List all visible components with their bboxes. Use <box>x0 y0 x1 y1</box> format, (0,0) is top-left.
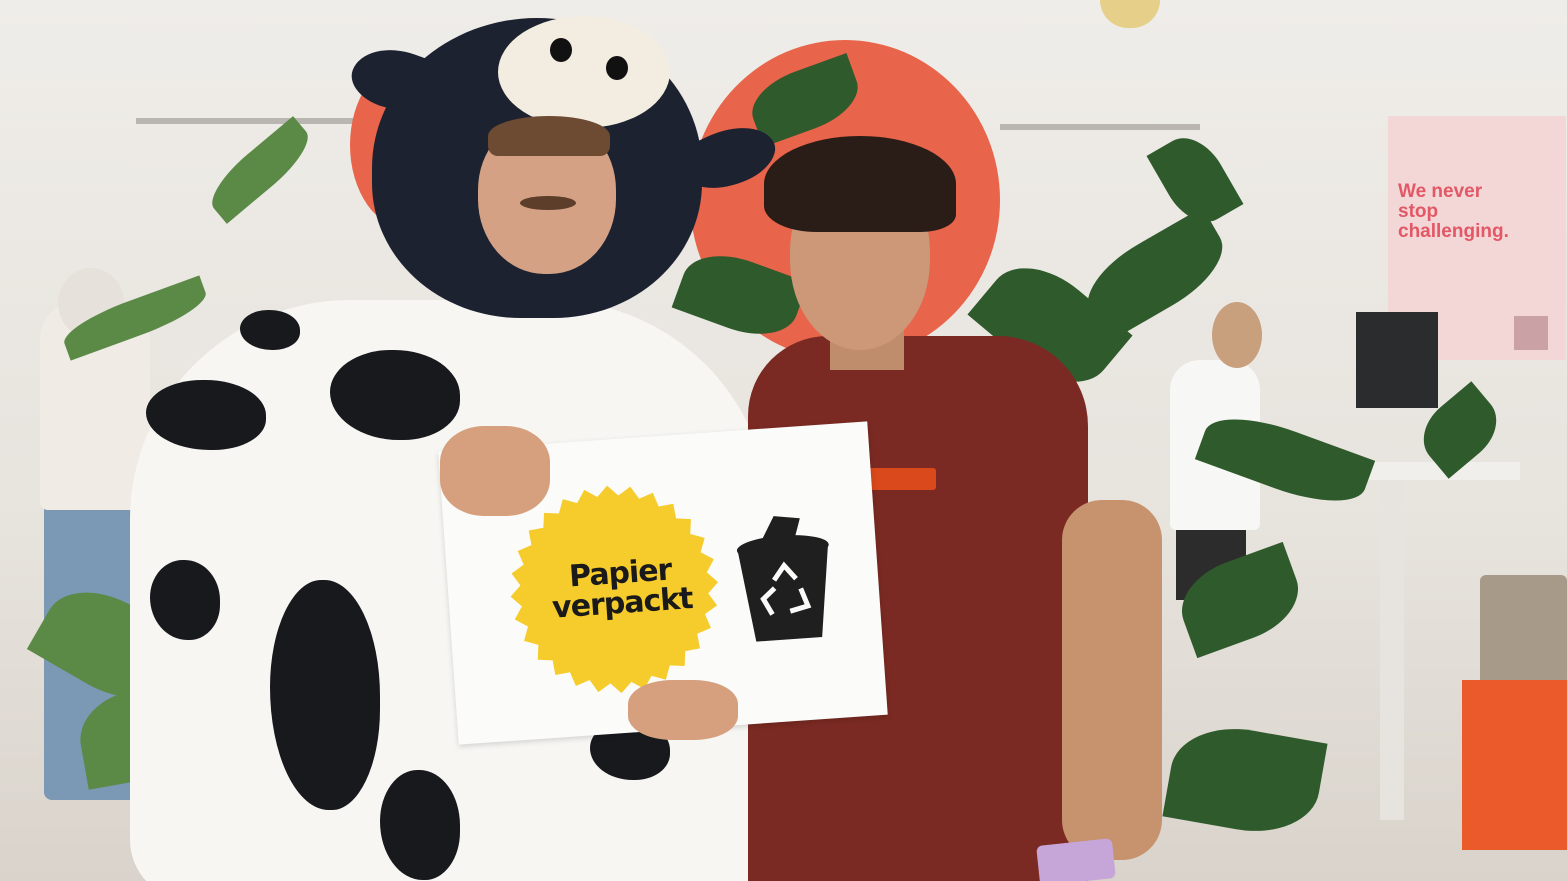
ceiling-light <box>1100 0 1160 28</box>
sign-text: Papier verpackt <box>524 552 718 625</box>
yellow-badge: Papier verpackt <box>497 476 731 703</box>
man-arm <box>1062 500 1162 860</box>
background-person-right-head <box>1212 302 1262 368</box>
poster-line-3: challenging. <box>1398 221 1509 242</box>
plant-leaf <box>1146 126 1244 234</box>
mustache <box>520 196 576 210</box>
pink-package <box>1036 838 1116 881</box>
plant-leaf <box>1162 717 1328 843</box>
cow-costume-eyes <box>498 16 670 128</box>
ceiling-rail-right <box>1000 124 1200 130</box>
poster-line-2: stop <box>1398 201 1439 222</box>
monitor <box>1356 312 1438 408</box>
recycle-bin-icon <box>729 506 840 649</box>
cow-pupil-right <box>606 56 628 80</box>
man-hair <box>764 136 956 232</box>
plant-pot <box>1480 575 1567 685</box>
poster-text: We never stop challenging. <box>1398 182 1558 242</box>
hand-under-sign <box>628 680 738 740</box>
cow-spot <box>150 560 220 640</box>
poster-line-1: We never <box>1398 181 1483 202</box>
man-in-cow-costume-hair <box>488 116 610 156</box>
qr-code <box>1514 316 1548 350</box>
desk-leg <box>1380 480 1404 820</box>
palm-leaf <box>201 116 319 224</box>
cow-spot <box>240 310 300 350</box>
cow-pupil-left <box>550 38 572 62</box>
orange-cabinet <box>1462 680 1567 850</box>
shirt-logo <box>868 468 936 490</box>
hand-holding-sign <box>440 426 550 516</box>
ceiling-rail-left <box>136 118 376 124</box>
photo-scene: We never stop challenging. Papier verpac… <box>0 0 1567 881</box>
